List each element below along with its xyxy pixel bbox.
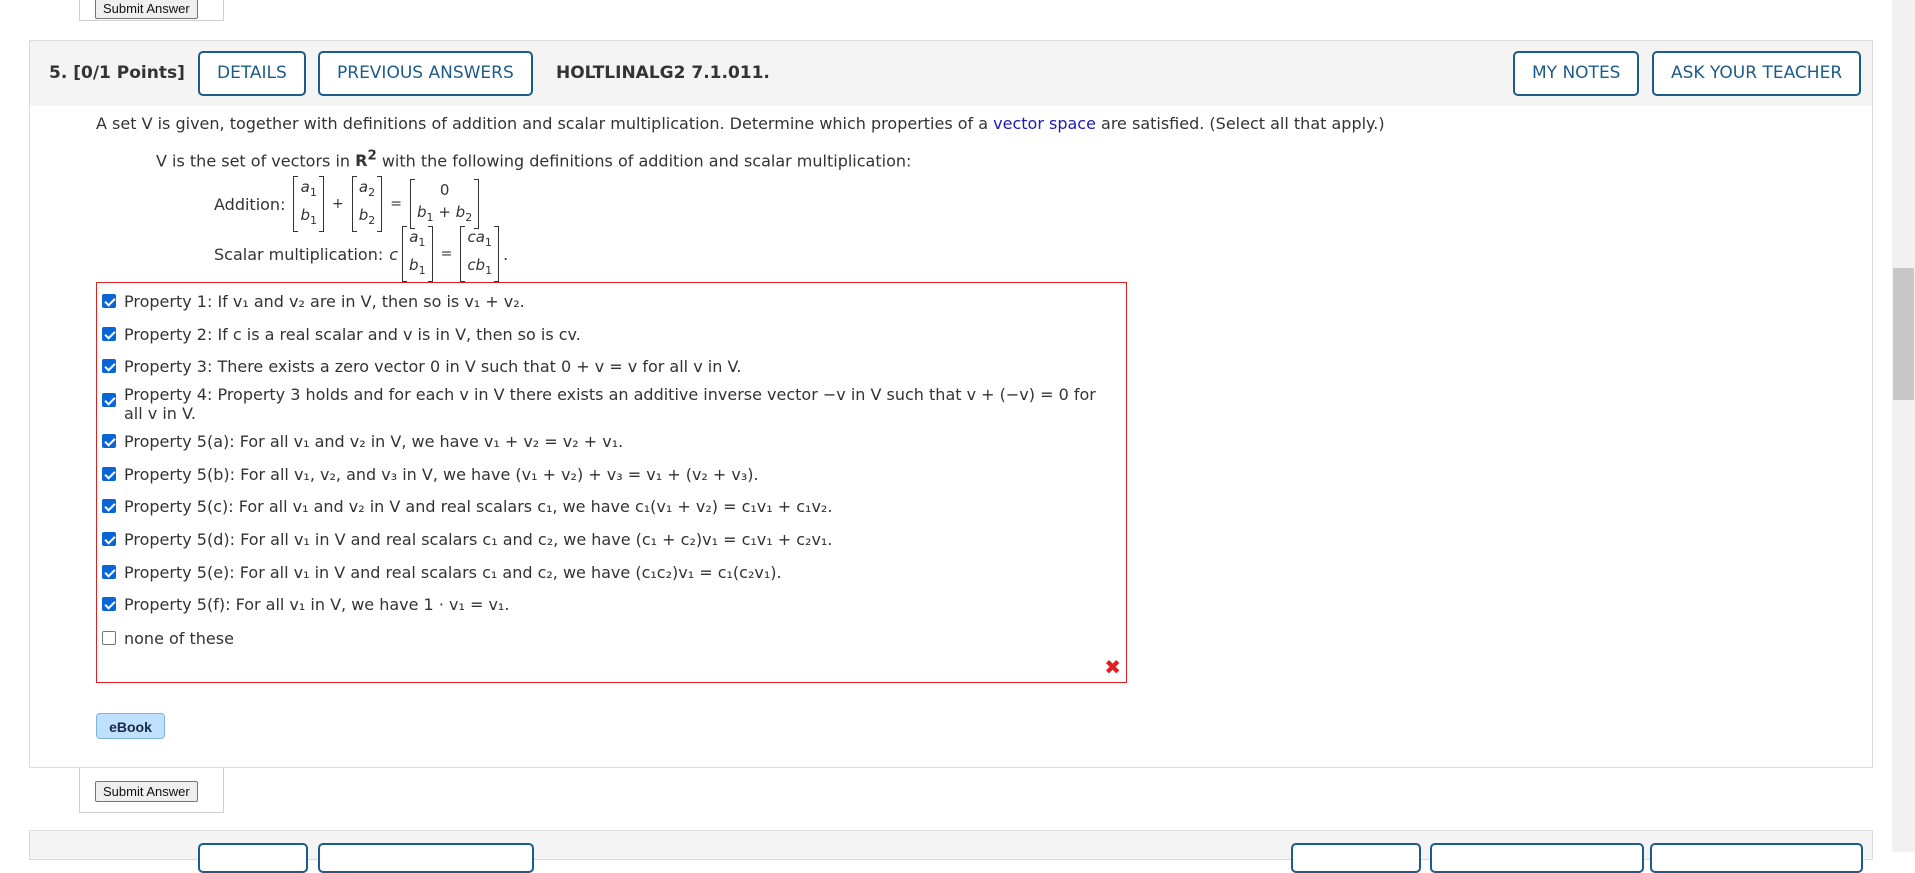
- submit-answer-button[interactable]: Submit Answer: [95, 781, 198, 802]
- option-label: none of these: [124, 629, 234, 648]
- answer-choices: Property 1: If v₁ and v₂ are in V, then …: [96, 282, 1127, 683]
- next-question-header: [29, 830, 1873, 873]
- question-header: 5. [0/1 Points] DETAILS PREVIOUS ANSWERS…: [29, 40, 1873, 107]
- checkbox-checked[interactable]: [102, 393, 116, 407]
- option-label: Property 5(b): For all v₁, v₂, and v₃ in…: [124, 465, 759, 484]
- option-label: Property 5(f): For all v₁ in V, we have …: [124, 595, 510, 614]
- previous-answers-button[interactable]: PREVIOUS ANSWERS: [318, 51, 533, 96]
- option-label: Property 1: If v₁ and v₂ are in V, then …: [124, 292, 525, 311]
- next-details-button[interactable]: [198, 843, 308, 873]
- checkbox-checked[interactable]: [102, 359, 116, 373]
- vertical-scrollbar[interactable]: [1892, 0, 1915, 852]
- option-none-of-these[interactable]: none of these: [102, 629, 234, 648]
- set-definition-text-end: with the following definitions of additi…: [376, 151, 912, 171]
- checkbox-unchecked[interactable]: [102, 631, 116, 645]
- checkbox-checked[interactable]: [102, 597, 116, 611]
- submit-area: Submit Answer: [79, 768, 224, 813]
- checkbox-checked[interactable]: [102, 294, 116, 308]
- addition-label: Addition:: [214, 194, 286, 214]
- option-label: Property 3: There exists a zero vector 0…: [124, 357, 742, 376]
- next-ask-teacher-button[interactable]: [1430, 843, 1644, 873]
- vector-a1-b1-scalar: a1 b1: [402, 226, 433, 282]
- option-label: Property 4: Property 3 holds and for eac…: [124, 385, 1096, 423]
- option-property-5e[interactable]: Property 5(e): For all v₁ in V and real …: [102, 563, 782, 582]
- question-code: HOLTLINALG2 7.1.011.: [556, 63, 770, 83]
- question-number: 5. [0/1 Points]: [49, 63, 185, 83]
- incorrect-x-icon: ✖: [1104, 655, 1121, 679]
- vector-space-link[interactable]: vector space: [993, 114, 1096, 133]
- next-previous-answers-button[interactable]: [318, 843, 534, 873]
- checkbox-checked[interactable]: [102, 565, 116, 579]
- option-label: Property 5(d): For all v₁ in V and real …: [124, 530, 833, 549]
- question-intro: A set V is given, together with definiti…: [96, 114, 1385, 133]
- option-label: Property 5(c): For all v₁ and v₂ in V an…: [124, 497, 833, 516]
- previous-submit-area: Submit Answer: [79, 0, 224, 21]
- scalar-c: c: [389, 244, 399, 264]
- set-definition-text: V is the set of vectors in: [156, 151, 356, 171]
- ask-your-teacher-button[interactable]: ASK YOUR TEACHER: [1652, 51, 1862, 96]
- checkbox-checked[interactable]: [102, 532, 116, 546]
- option-property-5f[interactable]: Property 5(f): For all v₁ in V, we have …: [102, 595, 509, 614]
- question-number-text: 5.: [49, 63, 68, 83]
- checkbox-checked[interactable]: [102, 327, 116, 341]
- scalar-definition: Scalar multiplication: c a1 b1 = ca1 cb1 .: [214, 226, 508, 282]
- option-label: Property 5(a): For all v₁ and v₂ in V, w…: [124, 432, 624, 451]
- previous-submit-button[interactable]: Submit Answer: [95, 0, 198, 19]
- option-property-5a[interactable]: Property 5(a): For all v₁ and v₂ in V, w…: [102, 432, 623, 451]
- option-property-5c[interactable]: Property 5(c): For all v₁ and v₂ in V an…: [102, 497, 832, 516]
- vector-a1-b1: a1 b1: [293, 176, 324, 232]
- ebook-button[interactable]: eBook: [96, 713, 165, 739]
- plus-sign: +: [332, 196, 344, 212]
- vector-sum-result: 0 b1 + b2: [410, 179, 480, 229]
- next-my-notes-button[interactable]: [1291, 843, 1421, 873]
- checkbox-checked[interactable]: [102, 434, 116, 448]
- vector-a2-b2: a2 b2: [351, 176, 383, 232]
- scalar-label: Scalar multiplication:: [214, 244, 384, 264]
- option-property-4[interactable]: Property 4: Property 3 holds and for eac…: [102, 385, 1102, 423]
- option-property-2[interactable]: Property 2: If c is a real scalar and v …: [102, 325, 581, 344]
- equals-sign-scalar: =: [440, 246, 453, 262]
- set-definition: V is the set of vectors in R2 with the f…: [156, 149, 911, 170]
- next-extra-button[interactable]: [1650, 843, 1863, 873]
- intro-text-end: are satisfied. (Select all that apply.): [1095, 114, 1385, 133]
- option-property-3[interactable]: Property 3: There exists a zero vector 0…: [102, 357, 741, 376]
- addition-definition: Addition: a1 b1 + a2 b2 = 0 b1 + b2: [214, 176, 483, 232]
- vector-scaled-result: ca1 cb1: [460, 226, 500, 282]
- question-points: [0/1 Points]: [73, 63, 185, 83]
- option-label: Property 5(e): For all v₁ in V and real …: [124, 563, 782, 582]
- details-button[interactable]: DETAILS: [198, 51, 306, 96]
- checkbox-checked[interactable]: [102, 499, 116, 513]
- option-property-5b[interactable]: Property 5(b): For all v₁, v₂, and v₃ in…: [102, 465, 759, 484]
- intro-text: A set V is given, together with definiti…: [96, 114, 994, 133]
- scrollbar-thumb[interactable]: [1893, 268, 1914, 400]
- r2-symbol: R2: [355, 149, 377, 171]
- option-label: Property 2: If c is a real scalar and v …: [124, 325, 581, 344]
- equals-sign: =: [390, 196, 402, 212]
- my-notes-button[interactable]: MY NOTES: [1513, 51, 1640, 96]
- period: .: [503, 244, 509, 264]
- option-property-5d[interactable]: Property 5(d): For all v₁ in V and real …: [102, 530, 832, 549]
- option-property-1[interactable]: Property 1: If v₁ and v₂ are in V, then …: [102, 292, 525, 311]
- checkbox-checked[interactable]: [102, 467, 116, 481]
